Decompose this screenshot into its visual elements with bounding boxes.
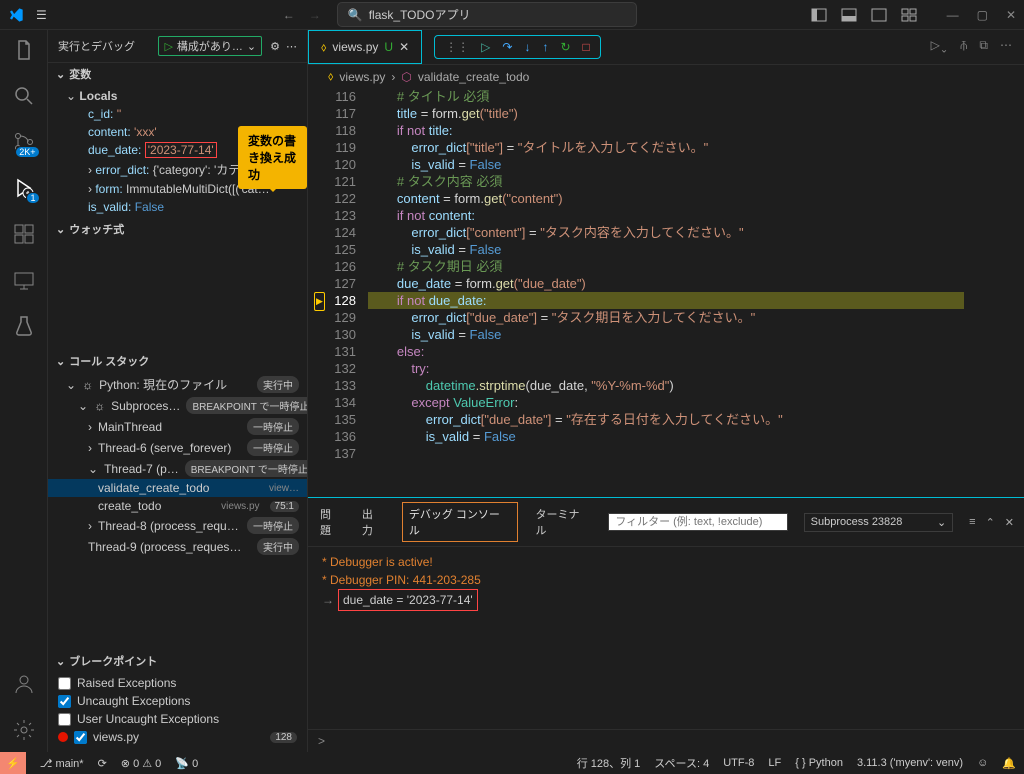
stack-thread9[interactable]: Thread-9 (process_reques…実行中 [48, 536, 307, 557]
code-editor[interactable]: 116117118119120 121122123124125 12612712… [308, 88, 1024, 497]
remote-icon[interactable] [12, 268, 36, 292]
breadcrumb[interactable]: ⬨ views.py › ⬡ validate_create_todo [308, 65, 1024, 88]
tooltip-variable-changed: 変数の書き換え成功 [238, 126, 307, 189]
tab-output[interactable]: 出力 [360, 503, 386, 541]
step-out-button[interactable]: ↑ [542, 40, 548, 54]
drag-handle-icon[interactable]: ⋮⋮ [445, 40, 469, 54]
locals-header[interactable]: Locals [79, 89, 117, 103]
bp-raised[interactable]: Raised Exceptions [48, 674, 307, 692]
language-status[interactable]: { } Python [795, 757, 843, 769]
debug-expression: due_date = '2023-77-14' [338, 589, 478, 611]
diff-icon[interactable]: ⧉ [979, 38, 988, 55]
search-icon: 🔍 [348, 8, 363, 22]
variables-section-header[interactable]: 変数 [48, 63, 307, 85]
stack-subprocess[interactable]: ☼ Subproces…BREAKPOINT で一時停止 [48, 395, 307, 416]
run-button[interactable]: ▷⌄ [931, 38, 949, 55]
tab-terminal[interactable]: ターミナル [534, 503, 593, 541]
close-tab-icon[interactable]: ✕ [399, 40, 409, 54]
process-select[interactable]: Subprocess 23828⌄ [804, 513, 953, 532]
panel: 問題 出力 デバッグ コンソール ターミナル Subprocess 23828⌄… [308, 497, 1024, 752]
bp-user-uncaught[interactable]: User Uncaught Exceptions [48, 710, 307, 728]
debug-console-input[interactable]: > [308, 729, 1024, 752]
activity-bar: 2K+ 1 [0, 30, 48, 752]
maximize-button[interactable]: ▢ [977, 8, 988, 22]
stack-frame2[interactable]: create_todoviews.py75:1 [48, 497, 307, 515]
filter-input[interactable] [608, 513, 787, 531]
gutter: 116117118119120 121122123124125 12612712… [308, 88, 368, 497]
command-center[interactable]: 🔍 flask_TODOアプリ [337, 2, 637, 27]
source-control-icon[interactable]: 2K+ [12, 130, 36, 154]
stack-thread8[interactable]: Thread-8 (process_requ…一時停止 [48, 515, 307, 536]
menu-icon[interactable]: ☰ [36, 8, 47, 22]
continue-button[interactable]: ▷ [481, 40, 490, 54]
step-over-button[interactable]: ↷ [502, 40, 512, 54]
stack-frame1[interactable]: validate_create_todoview… [48, 479, 307, 497]
search-text: flask_TODOアプリ [369, 6, 471, 23]
clear-icon[interactable]: ≡ [969, 516, 975, 529]
more-actions-icon[interactable]: ⋯ [1000, 38, 1012, 55]
debug-console-output[interactable]: * Debugger is active! * Debugger PIN: 44… [308, 547, 1024, 729]
explorer-icon[interactable] [12, 38, 36, 62]
split-editor-icon[interactable]: ⫚ [960, 38, 967, 55]
indent-status[interactable]: スペース: 4 [654, 755, 709, 771]
debug-config-select[interactable]: ▷構成があり…⌄ [158, 36, 262, 56]
run-debug-icon[interactable]: 1 [12, 176, 36, 200]
encoding-status[interactable]: UTF-8 [723, 757, 754, 769]
sidebar-title: 実行とデバッグ [58, 38, 135, 54]
close-panel-icon[interactable]: ✕ [1005, 516, 1014, 529]
layout-sidebar-left-icon[interactable] [811, 7, 827, 23]
tab-debug-console[interactable]: デバッグ コンソール [402, 502, 518, 542]
layout-customize-icon[interactable] [901, 7, 917, 23]
titlebar: ☰ ← → 🔍 flask_TODOアプリ — ▢ ✕ [0, 0, 1024, 30]
settings-gear-icon[interactable] [12, 718, 36, 742]
breakpoints-section-header[interactable]: ブレークポイント [48, 650, 307, 672]
collapse-icon[interactable]: ⌃ [986, 516, 995, 529]
bp-uncaught[interactable]: Uncaught Exceptions [48, 692, 307, 710]
notifications-icon[interactable]: 🔔 [1002, 757, 1016, 770]
accounts-icon[interactable] [12, 672, 36, 696]
search-icon[interactable] [12, 84, 36, 108]
debug-settings-icon[interactable]: ⚙ [270, 40, 280, 53]
feedback-icon[interactable]: ☺ [977, 757, 988, 769]
tab-views-py[interactable]: ⬨ views.py U ✕ [308, 30, 422, 64]
stack-thread6[interactable]: Thread-6 (serve_forever)一時停止 [48, 437, 307, 458]
debug-toolbar: ⋮⋮ ▷ ↷ ↓ ↑ ↻ □ [434, 35, 601, 59]
layout-sidebar-right-icon[interactable] [871, 7, 887, 23]
extensions-icon[interactable] [12, 222, 36, 246]
close-button[interactable]: ✕ [1006, 8, 1016, 22]
tab-problems[interactable]: 問題 [318, 503, 344, 541]
python-file-icon: ⬨ [328, 69, 333, 84]
python-file-icon: ⬨ [321, 40, 326, 55]
modified-indicator: U [384, 40, 393, 54]
callstack-section-header[interactable]: コール スタック [48, 350, 307, 372]
more-icon[interactable]: ⋯ [286, 40, 297, 53]
status-bar: ⚡ ⎇ main* ⟳ ⊗ 0 ⚠ 0 📡 0 行 128、列 1 スペース: … [0, 752, 1024, 774]
remote-indicator[interactable]: ⚡ [0, 752, 26, 774]
cursor-position[interactable]: 行 128、列 1 [577, 755, 641, 771]
minimize-button[interactable]: — [947, 8, 959, 22]
testing-icon[interactable] [12, 314, 36, 338]
ports-status[interactable]: 📡 0 [175, 757, 198, 770]
stack-thread7[interactable]: Thread-7 (p…BREAKPOINT で一時停止 [48, 458, 307, 479]
layout-panel-icon[interactable] [841, 7, 857, 23]
stack-python[interactable]: ☼ Python: 現在のファイル実行中 [48, 374, 307, 395]
stop-button[interactable]: □ [583, 40, 590, 54]
eol-status[interactable]: LF [768, 757, 781, 769]
interpreter-status[interactable]: 3.11.3 ('myenv': venv) [857, 757, 963, 769]
nav-forward[interactable]: → [309, 8, 321, 22]
debug-sidebar: 実行とデバッグ ▷構成があり…⌄ ⚙ ⋯ 変数 Locals c_id: '' … [48, 30, 308, 752]
nav-back[interactable]: ← [283, 8, 295, 22]
stack-mainthread[interactable]: MainThread一時停止 [48, 416, 307, 437]
git-branch[interactable]: ⎇ main* [40, 757, 84, 770]
vscode-icon [8, 7, 24, 23]
step-into-button[interactable]: ↓ [524, 40, 530, 54]
minimap[interactable] [964, 88, 1024, 497]
due-date-value[interactable]: '2023-77-14' [145, 142, 217, 158]
bp-file[interactable]: views.py128 [48, 728, 307, 746]
sync-icon[interactable]: ⟳ [98, 757, 107, 770]
editor-area: ⬨ views.py U ✕ ⋮⋮ ▷ ↷ ↓ ↑ ↻ □ ▷⌄ ⫚ ⧉ ⋯ [308, 30, 1024, 752]
problems-status[interactable]: ⊗ 0 ⚠ 0 [121, 757, 162, 770]
watch-section-header[interactable]: ウォッチ式 [48, 218, 307, 240]
restart-button[interactable]: ↻ [560, 40, 570, 54]
